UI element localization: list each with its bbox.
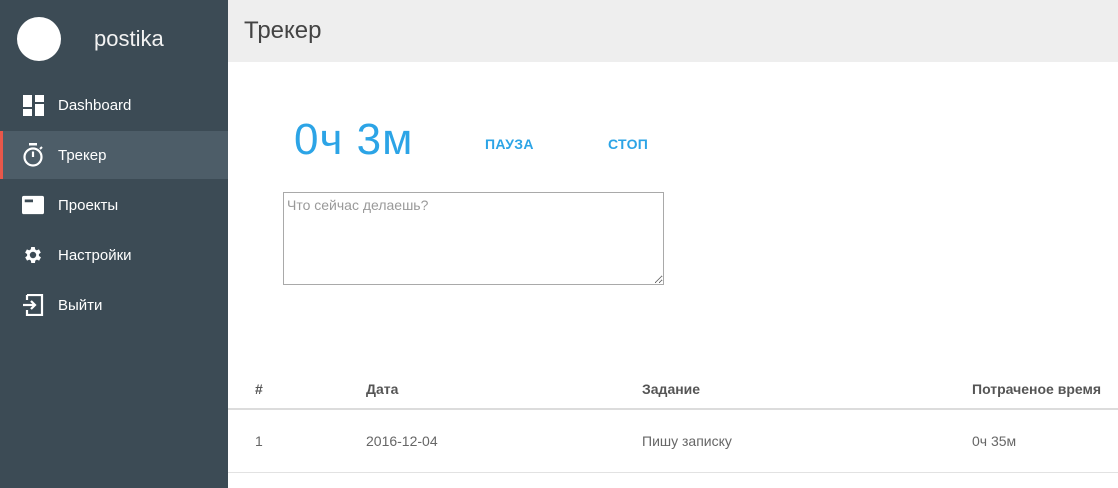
page-header: Трекер	[228, 0, 1118, 62]
brand-name: postika	[94, 26, 164, 51]
sidebar: postika Dashboard Трекер Проекты Настрой…	[0, 0, 228, 488]
app: postika Dashboard Трекер Проекты Настрой…	[0, 0, 1118, 488]
elapsed-timer: 0ч 3м	[294, 115, 414, 164]
sidebar-nav: Dashboard Трекер Проекты Настройки Выйти	[0, 81, 228, 329]
sidebar-item-logout[interactable]: Выйти	[0, 281, 228, 329]
row-task: Пишу записку	[642, 433, 732, 449]
brand: postika	[0, 0, 228, 78]
column-header-task: Задание	[642, 381, 701, 397]
task-input[interactable]	[283, 192, 664, 285]
folder-card-icon	[22, 194, 44, 216]
sidebar-item-label: Настройки	[58, 246, 132, 264]
gear-icon	[22, 244, 44, 266]
sidebar-item-label: Проекты	[58, 196, 119, 214]
row-date: 2016-12-04	[366, 433, 438, 449]
sidebar-item-label: Трекер	[58, 146, 107, 164]
row-time-spent: 0ч 35м	[972, 433, 1017, 449]
page-title: Трекер	[244, 17, 322, 44]
column-header-time-spent: Потраченое время	[972, 381, 1101, 397]
sidebar-item-tracker[interactable]: Трекер	[0, 131, 228, 179]
table-header: # Дата Задание Потраченое время	[228, 365, 1118, 410]
logout-icon	[22, 294, 44, 316]
table-row[interactable]: 1 2016-12-04 Пишу записку 0ч 35м	[228, 410, 1118, 473]
sidebar-item-label: Выйти	[58, 296, 103, 314]
row-number: 1	[255, 433, 263, 449]
sidebar-item-dashboard[interactable]: Dashboard	[0, 81, 228, 129]
dashboard-icon	[22, 94, 44, 116]
column-header-number: #	[255, 381, 263, 397]
avatar[interactable]	[17, 17, 61, 61]
column-header-date: Дата	[366, 381, 399, 397]
sidebar-item-settings[interactable]: Настройки	[0, 231, 228, 279]
pause-button[interactable]: ПАУЗА	[485, 136, 534, 152]
stop-button[interactable]: СТОП	[608, 136, 648, 152]
sidebar-item-label: Dashboard	[58, 96, 132, 114]
sidebar-item-projects[interactable]: Проекты	[0, 181, 228, 229]
time-log-table: # Дата Задание Потраченое время 1 2016-1…	[228, 365, 1118, 473]
stopwatch-icon	[22, 143, 44, 167]
